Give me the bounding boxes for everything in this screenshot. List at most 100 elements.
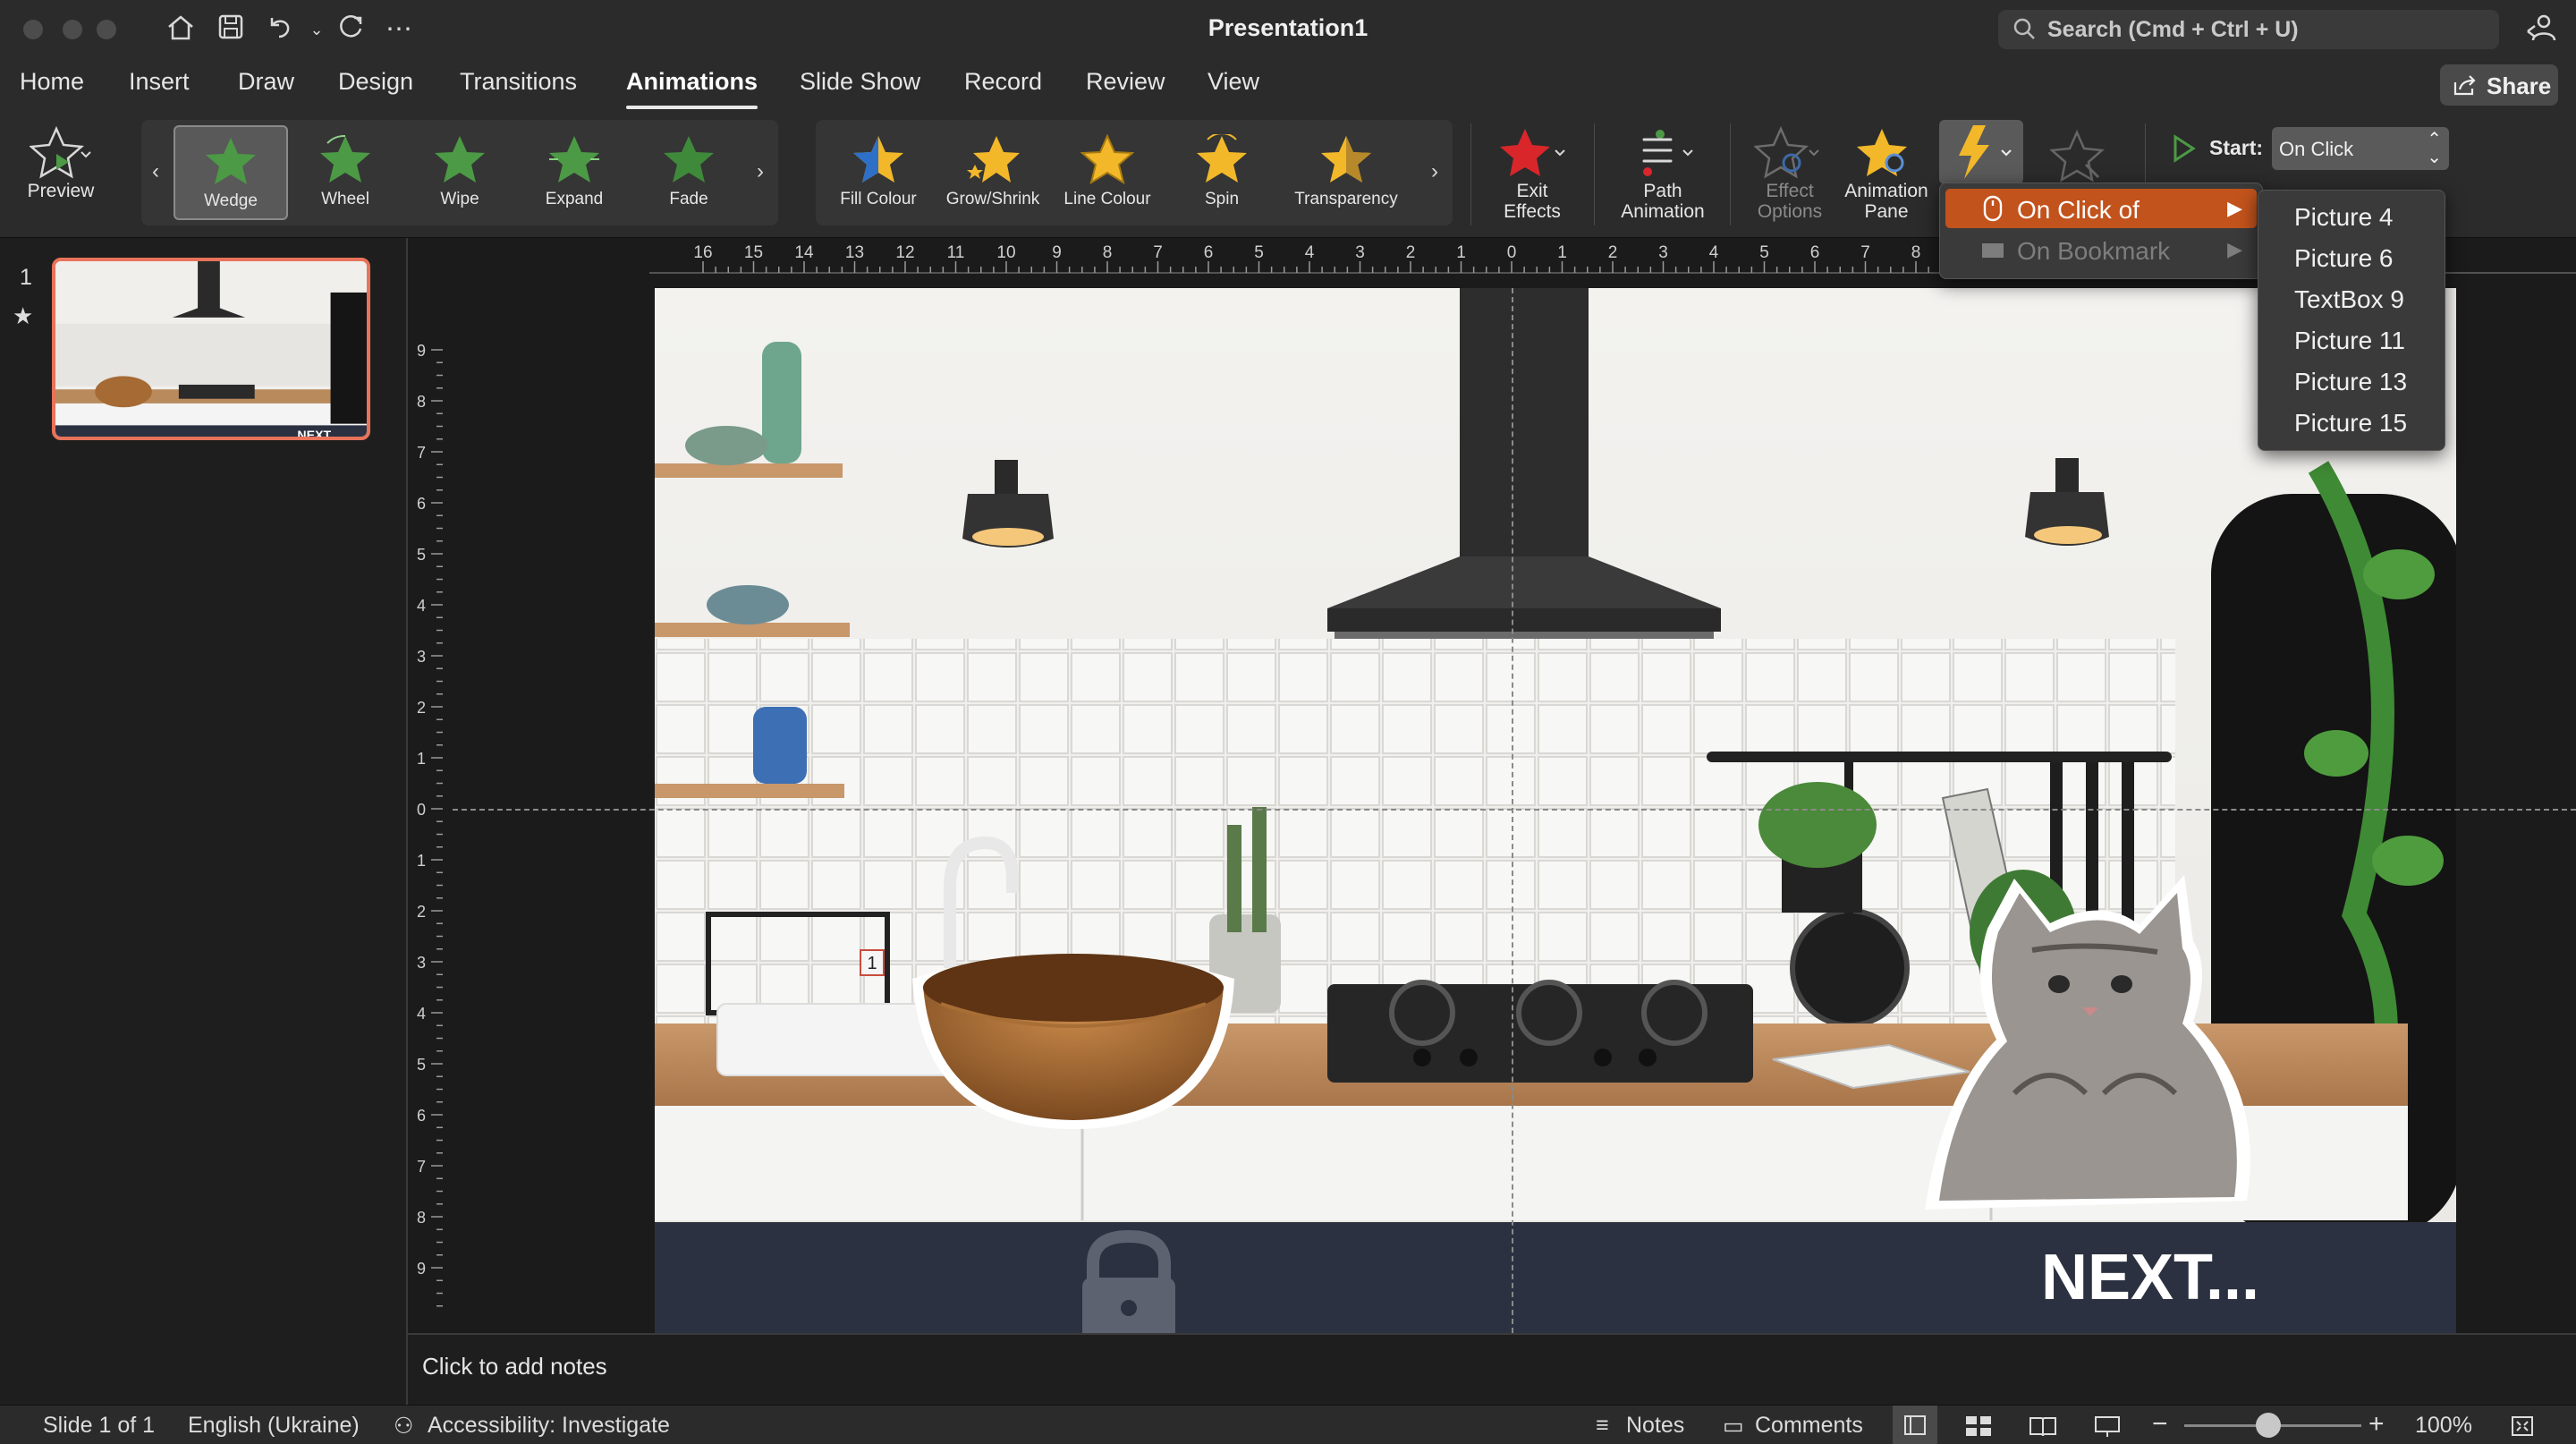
slide-sorter-icon[interactable]	[1964, 1414, 1993, 1438]
tab-slide-show[interactable]: Slide Show	[800, 68, 920, 96]
tab-animations[interactable]: Animations	[626, 68, 758, 109]
fit-to-window-icon[interactable]	[2510, 1414, 2535, 1438]
zoom-slider-thumb[interactable]	[2256, 1413, 2281, 1438]
animation-pane-label-2: Pane	[1864, 201, 1909, 222]
submenu-item-picture-15[interactable]: Picture 15	[2294, 409, 2407, 437]
tab-insert[interactable]: Insert	[129, 68, 190, 96]
ruler-tick-label: 2	[1608, 243, 1618, 262]
collaborate-person-icon[interactable]	[2524, 12, 2558, 46]
effect-transparency[interactable]: Transparency	[1279, 125, 1413, 220]
ruler-tick-label: 9	[417, 1260, 426, 1278]
search-placeholder: Search (Cmd + Ctrl + U)	[2047, 17, 2299, 42]
ribbon-separator	[1594, 123, 1595, 225]
submenu-item-picture-6[interactable]: Picture 6	[2294, 244, 2394, 273]
gallery-next-icon[interactable]: ›	[757, 159, 764, 184]
accessibility-status[interactable]: Accessibility: Investigate	[428, 1413, 670, 1439]
effect-wheel[interactable]: Wheel	[288, 125, 402, 220]
undo-dropdown-chevron-icon[interactable]: ⌄	[299, 13, 335, 47]
redo-icon[interactable]	[333, 13, 369, 47]
ruler-tick-label: 8	[417, 393, 426, 411]
minimize-window-button[interactable]	[63, 20, 82, 39]
vertical-guide[interactable]	[1512, 288, 1513, 1333]
zoom-level[interactable]: 100%	[2415, 1413, 2472, 1439]
submenu-item-picture-4[interactable]: Picture 4	[2294, 203, 2394, 232]
zoom-in-button[interactable]: +	[2368, 1409, 2385, 1440]
zoom-out-button[interactable]: −	[2152, 1409, 2168, 1440]
menu-item-on-bookmark[interactable]: On Bookmark ▶	[1945, 230, 2257, 269]
preview-button[interactable]: Preview	[13, 125, 109, 201]
path-animation-label-2: Animation	[1621, 201, 1705, 222]
effect-expand[interactable]: Expand	[517, 125, 631, 220]
ruler-tick-label: 8	[1103, 243, 1113, 262]
path-animation-button[interactable]: Path Animation	[1606, 125, 1719, 222]
menu-item-on-click-of[interactable]: On Click of ▶	[1945, 189, 2257, 228]
trigger-button[interactable]	[1939, 120, 2023, 184]
effect-label: Grow/Shrink	[945, 190, 1040, 208]
gallery-next-icon[interactable]: ›	[1431, 159, 1438, 184]
language-indicator[interactable]: English (Ukraine)	[188, 1413, 360, 1439]
exit-effects-button[interactable]: Exit Effects	[1483, 125, 1581, 222]
ruler-tick-label: 5	[1759, 243, 1769, 262]
start-timing-select[interactable]: On Click ⌃ ⌄	[2272, 127, 2449, 170]
notes-placeholder: Click to add notes	[422, 1353, 607, 1380]
tab-review[interactable]: Review	[1086, 68, 1165, 96]
more-options-icon[interactable]: ⋯	[381, 13, 417, 47]
comments-icon[interactable]: ▭	[1723, 1413, 1744, 1440]
tab-view[interactable]: View	[1208, 68, 1259, 96]
close-window-button[interactable]	[23, 20, 43, 39]
wedge-star-icon	[206, 138, 256, 184]
gallery-prev-icon[interactable]: ‹	[152, 159, 159, 184]
slide-thumbnail[interactable]: NEXT...	[52, 258, 370, 440]
ruler-tick-label: 3	[417, 648, 426, 666]
submenu-item-textbox-9[interactable]: TextBox 9	[2294, 285, 2404, 314]
vertical-ruler[interactable]: 9 8 7 6 5 4 3 2 1 0 1 2 3 4 5 6 7 8 9	[408, 274, 444, 1333]
ribbon-tabs: Home Insert Draw Design Transitions Anim…	[0, 59, 2576, 113]
search-input[interactable]: Search (Cmd + Ctrl + U)	[1998, 10, 2499, 49]
normal-view-button[interactable]	[1893, 1406, 1937, 1444]
effect-line-colour[interactable]: Line Colour	[1050, 125, 1165, 220]
horizontal-guide[interactable]	[453, 809, 2576, 811]
animation-pane-button[interactable]: Animation Pane	[1839, 125, 1934, 222]
notes-pane[interactable]: Click to add notes	[408, 1333, 2576, 1405]
effect-label: Spin	[1204, 190, 1240, 208]
share-button[interactable]: Share	[2440, 64, 2558, 106]
slide-canvas[interactable]: 1 NEXT...	[655, 288, 2456, 1333]
tab-record[interactable]: Record	[964, 68, 1042, 96]
submenu-item-picture-11[interactable]: Picture 11	[2294, 327, 2405, 355]
share-icon	[2453, 75, 2476, 96]
comments-toggle[interactable]: Comments	[1755, 1413, 1863, 1439]
effect-options-icon	[1754, 125, 1819, 179]
tab-draw[interactable]: Draw	[238, 68, 294, 96]
effect-wipe[interactable]: Wipe	[402, 125, 517, 220]
save-icon[interactable]	[213, 13, 249, 47]
tab-home[interactable]: Home	[20, 68, 84, 96]
entrance-effects-gallery: ‹ Wedge Wheel Wipe Expand Fade ›	[141, 120, 778, 225]
reading-view-icon[interactable]	[2029, 1414, 2057, 1438]
notes-icon[interactable]: ≡	[1596, 1413, 1609, 1439]
effect-spin[interactable]: Spin	[1165, 125, 1279, 220]
notes-toggle[interactable]: Notes	[1626, 1413, 1684, 1439]
next-textbox[interactable]: NEXT...	[2041, 1242, 2259, 1313]
tab-transitions[interactable]: Transitions	[460, 68, 577, 96]
effect-fade[interactable]: Fade	[631, 125, 746, 220]
fade-star-icon	[664, 136, 714, 183]
ruler-tick-label: 3	[1658, 243, 1668, 262]
undo-icon[interactable]	[261, 13, 297, 47]
effect-grow-shrink[interactable]: Grow/Shrink	[936, 125, 1050, 220]
home-icon[interactable]	[163, 13, 199, 47]
effect-wedge[interactable]: Wedge	[174, 125, 288, 220]
share-label: Share	[2487, 72, 2552, 99]
effect-options-button[interactable]: Effect Options	[1742, 125, 1837, 222]
zoom-window-button[interactable]	[97, 20, 116, 39]
effect-fill-colour[interactable]: Fill Colour	[821, 125, 936, 220]
reorder-animation-icon[interactable]	[2050, 129, 2109, 184]
slide-show-icon[interactable]	[2093, 1414, 2122, 1438]
document-title: Presentation1	[1208, 14, 1368, 41]
on-click-of-submenu: Picture 4 Picture 6 TextBox 9 Picture 11…	[2258, 190, 2445, 451]
submenu-item-picture-13[interactable]: Picture 13	[2294, 368, 2407, 396]
ruler-tick-label: 7	[1860, 243, 1870, 262]
accessibility-icon[interactable]: ⚇	[394, 1413, 413, 1440]
wipe-star-icon	[435, 136, 485, 183]
tab-design[interactable]: Design	[338, 68, 413, 96]
menu-item-label: On Bookmark	[2017, 237, 2171, 265]
